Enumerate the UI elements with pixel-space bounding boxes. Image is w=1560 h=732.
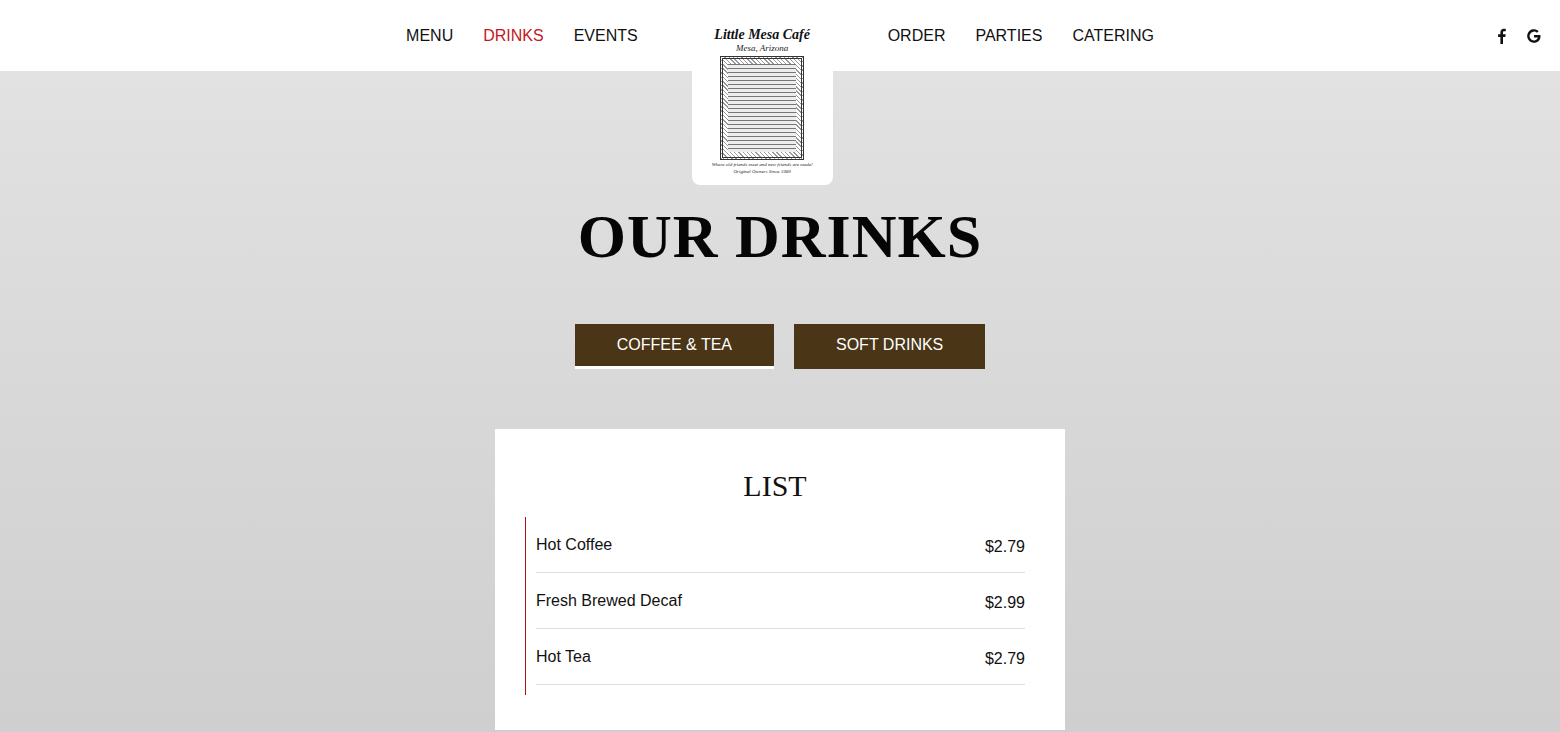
logo-name: Little Mesa Café (714, 27, 810, 43)
drink-name: Hot Coffee (536, 536, 612, 554)
drink-price: $2.79 (985, 646, 1025, 668)
header: MENU DRINKS EVENTS Little Mesa Café Mesa, … (0, 0, 1560, 71)
logo-picture (720, 56, 804, 160)
logo-slot: Little Mesa Café Mesa, Arizona Where old… (638, 0, 888, 71)
nav-item[interactable]: ORDER (888, 27, 946, 45)
tab[interactable]: SOFT DRINKS (794, 324, 985, 369)
page: MENU DRINKS EVENTS Little Mesa Café Mesa, … (0, 0, 1560, 732)
card-title: LIST (525, 469, 1025, 503)
nav-item[interactable]: EVENTS (574, 27, 638, 45)
social-links (1154, 28, 1560, 44)
drink-price: $2.99 (985, 590, 1025, 612)
drink-name: Hot Tea (536, 648, 591, 666)
tabs: COFFEE & TEA SOFT DRINKS (575, 324, 986, 369)
nav-item[interactable]: PARTIES (975, 27, 1042, 45)
nav-item[interactable]: MENU (406, 27, 453, 45)
logo-place: Mesa, Arizona (736, 43, 788, 53)
drinks-card: LIST Hot Coffee $2.79Fresh Brewed Decaf … (495, 429, 1065, 730)
logo-since: Original Owners Since 1989 (733, 169, 790, 176)
drink-row: Fresh Brewed Decaf $2.99 (536, 573, 1025, 629)
drink-row: Hot Coffee $2.79 (536, 517, 1025, 573)
nav-item[interactable]: CATERING (1072, 27, 1153, 45)
facebook-icon[interactable] (1494, 28, 1510, 44)
tab[interactable]: COFFEE & TEA (575, 324, 774, 369)
nav-right: ORDER PARTIES CATERING (888, 27, 1154, 45)
drink-name: Fresh Brewed Decaf (536, 592, 682, 610)
page-title: OUR DRINKS (578, 205, 982, 267)
nav-item[interactable]: DRINKS (483, 27, 543, 45)
main-nav: MENU DRINKS EVENTS Little Mesa Café Mesa, … (406, 0, 1154, 71)
logo[interactable]: Little Mesa Café Mesa, Arizona Where old… (692, 22, 833, 185)
drinks-list: Hot Coffee $2.79Fresh Brewed Decaf $2.99… (525, 517, 1025, 695)
logo-tagline: Where old friends meet and new friends a… (712, 162, 813, 169)
drink-price: $2.79 (985, 534, 1025, 556)
google-icon[interactable] (1526, 28, 1542, 44)
nav-left: MENU DRINKS EVENTS (406, 27, 638, 45)
drink-row: Hot Tea $2.79 (536, 629, 1025, 685)
